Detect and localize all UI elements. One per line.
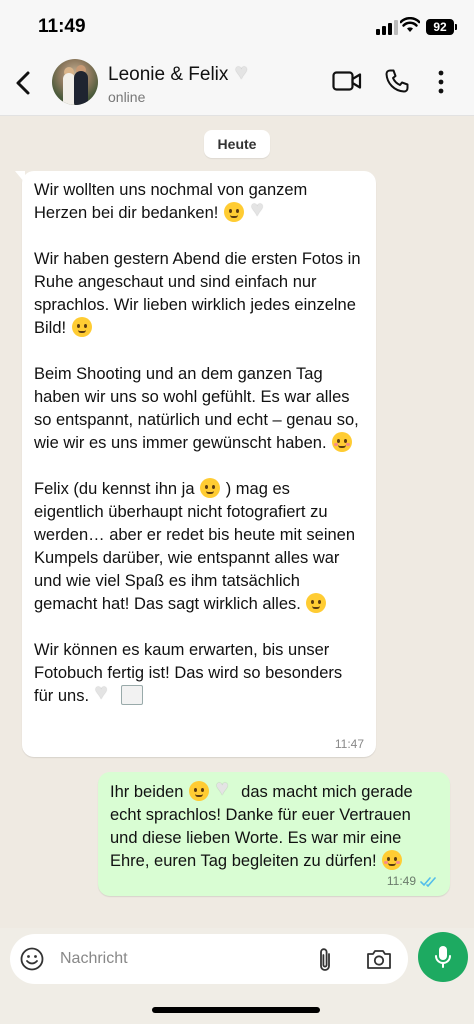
status-bar: 11:49 92 (0, 0, 474, 50)
message-paragraph: Wir können es kaum erwarten, bis unser F… (34, 639, 364, 708)
white-heart-icon (216, 776, 236, 801)
chat-header: Leonie & Felix online (0, 50, 474, 116)
video-call-icon[interactable] (332, 70, 362, 92)
microphone-icon (435, 946, 451, 968)
attach-icon[interactable] (316, 947, 334, 973)
chat-title[interactable]: Leonie & Felix (108, 59, 256, 86)
read-receipt-icon (420, 876, 436, 887)
composer-bar (0, 928, 474, 1024)
message-meta: 11:49 (387, 874, 438, 888)
more-options-icon[interactable] (436, 70, 446, 94)
camera-icon[interactable] (366, 948, 392, 970)
open-book-icon (121, 685, 144, 705)
mic-button[interactable] (418, 932, 468, 982)
white-heart-icon (251, 197, 271, 222)
chat-status: online (108, 89, 146, 105)
message-timestamp: 11:49 (386, 874, 416, 888)
crying-face-icon (71, 317, 92, 337)
message-paragraph: Ihr beiden das macht mich gerade echt sp… (110, 776, 438, 873)
wifi-icon (400, 17, 420, 32)
message-input[interactable] (60, 947, 300, 971)
smiling-hearts-face-icon (332, 432, 353, 452)
message-paragraph: Beim Shooting und an dem ganzen Tag habe… (34, 365, 359, 452)
chat-title-text: Leonie & Felix (108, 64, 229, 85)
home-indicator[interactable] (152, 1007, 320, 1013)
avatar[interactable] (52, 59, 98, 105)
chat-area[interactable]: Heute Wir wollten uns nochmal von ganzem… (0, 116, 474, 928)
incoming-message[interactable]: Wir wollten uns nochmal von ganzem Herze… (15, 171, 376, 757)
message-paragraph: Wir haben gestern Abend die ersten Fotos… (34, 250, 361, 337)
white-heart-icon (95, 680, 115, 705)
back-arrow-icon[interactable] (12, 70, 36, 96)
status-time: 11:49 (38, 16, 86, 37)
pleading-face-icon (223, 202, 244, 222)
grinning-sweat-face-icon (200, 478, 221, 498)
emoji-icon[interactable] (20, 947, 44, 971)
message-paragraph: Wir wollten uns nochmal von ganzem Herze… (34, 179, 364, 225)
smiling-hearts-face-icon (382, 850, 403, 870)
outgoing-message[interactable]: Ihr beiden das macht mich gerade echt sp… (98, 772, 450, 896)
pleading-face-icon (188, 781, 209, 801)
signal-icon (376, 20, 398, 35)
date-chip: Heute (204, 130, 270, 158)
grinning-face-icon (306, 593, 327, 613)
message-paragraph: Felix (du kennst ihn ja ) mag es eigentl… (34, 478, 356, 613)
message-input-box[interactable] (10, 934, 408, 984)
white-heart-icon (235, 59, 255, 85)
battery-icon: 92 (426, 19, 457, 35)
phone-call-icon[interactable] (384, 68, 410, 94)
message-timestamp: 11:47 (334, 737, 364, 751)
